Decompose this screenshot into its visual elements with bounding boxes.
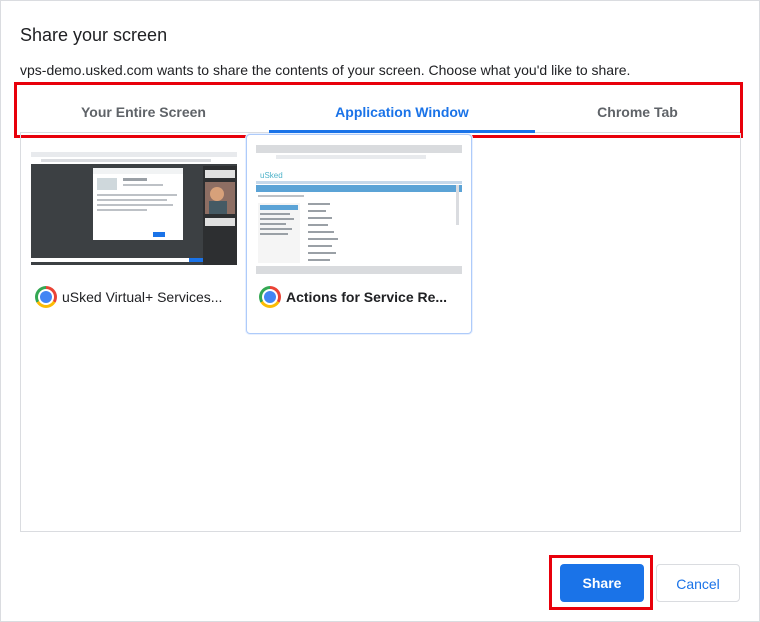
tabs-highlight-box xyxy=(14,82,743,138)
chrome-icon xyxy=(35,286,57,308)
thumbnail-logo: uSked xyxy=(260,171,283,180)
dialog-title: Share your screen xyxy=(20,25,168,45)
window-item-selected[interactable]: uSked Actions for Service Re... xyxy=(246,134,472,334)
window-title: uSked Virtual+ Services... xyxy=(62,289,223,305)
window-item[interactable]: uSked Virtual+ Services... xyxy=(22,140,244,332)
chrome-icon xyxy=(259,286,281,308)
dialog-description: vps-demo.usked.com wants to share the co… xyxy=(20,62,631,78)
window-thumbnail xyxy=(31,152,237,265)
cancel-button[interactable]: Cancel xyxy=(656,564,740,602)
window-title: Actions for Service Re... xyxy=(286,289,448,305)
share-button-highlight-box xyxy=(549,555,653,610)
window-thumbnail: uSked xyxy=(256,145,462,274)
